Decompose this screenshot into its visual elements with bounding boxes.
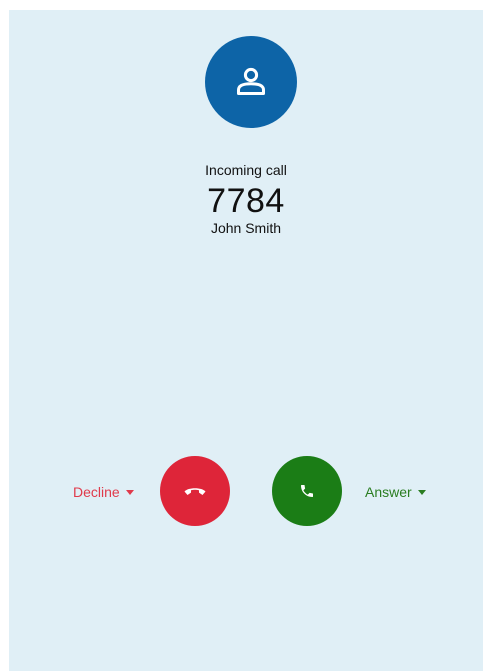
decline-options-button[interactable]: Decline (73, 484, 134, 500)
answer-label: Answer (365, 484, 412, 500)
decline-label: Decline (73, 484, 120, 500)
caller-info: Incoming call 7784 John Smith (9, 161, 483, 237)
caret-down-icon (125, 490, 134, 495)
caret-down-icon (417, 490, 426, 495)
answer-button[interactable] (272, 456, 342, 526)
answer-options-button[interactable]: Answer (365, 484, 426, 500)
phone-icon (301, 485, 313, 497)
caller-avatar (205, 36, 297, 128)
caller-number: 7784 (207, 182, 285, 220)
person-icon (237, 67, 265, 95)
caller-name: John Smith (210, 220, 282, 236)
call-status: Incoming call (205, 162, 287, 178)
hang-up-phone-icon (184, 488, 206, 495)
decline-button[interactable] (160, 456, 230, 526)
incoming-call-panel: Incoming call 7784 John Smith Decline An… (9, 10, 483, 671)
